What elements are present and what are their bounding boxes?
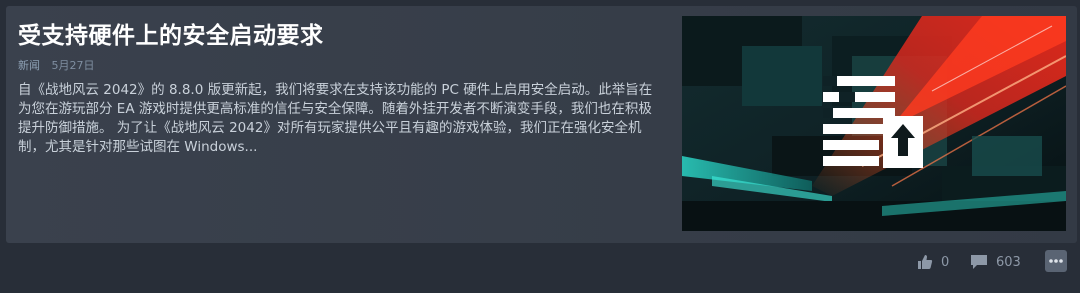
article-category: 新闻 xyxy=(18,59,40,72)
thumbs-up-icon xyxy=(918,255,933,269)
article-title[interactable]: 受支持硬件上的安全启动要求 xyxy=(18,16,324,50)
article-date: 5月27日 xyxy=(51,59,95,72)
like-count: 0 xyxy=(941,254,950,270)
comment-count: 603 xyxy=(996,254,1021,270)
article-excerpt: 自《战地风云 2042》的 8.8.0 版更新起，我们将要求在支持该功能的 PC… xyxy=(18,82,653,155)
news-card[interactable]: 受支持硬件上的安全启动要求 新闻 5月27日 自《战地风云 2042》的 8.8… xyxy=(6,6,1077,243)
like-stat[interactable]: 0 xyxy=(917,254,949,270)
article-meta: 新闻 5月27日 xyxy=(18,57,95,73)
more-button[interactable] xyxy=(1045,250,1067,272)
comment-stat[interactable]: 603 xyxy=(970,254,1021,270)
card-footer: 0 603 xyxy=(0,250,1080,274)
thumbnail-image xyxy=(682,16,1066,231)
article-thumbnail[interactable] xyxy=(682,16,1066,231)
more-icon xyxy=(1049,259,1063,263)
comment-icon xyxy=(971,255,987,269)
